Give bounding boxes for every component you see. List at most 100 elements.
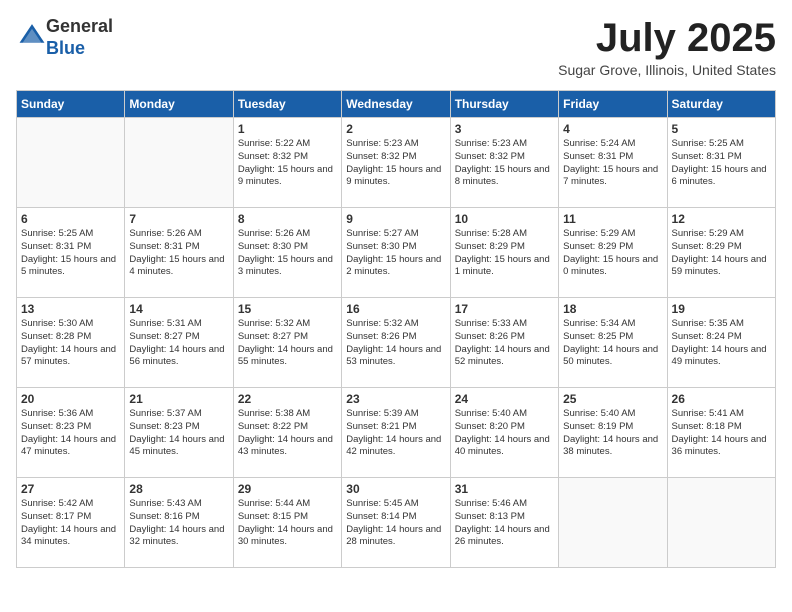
- day-info: Sunrise: 5:40 AMSunset: 8:19 PMDaylight:…: [563, 408, 662, 459]
- day-number: 24: [455, 392, 554, 406]
- title-block: July 2025 Sugar Grove, Illinois, United …: [558, 16, 776, 78]
- day-info: Sunrise: 5:46 AMSunset: 8:13 PMDaylight:…: [455, 498, 554, 549]
- page-header: General Blue July 2025 Sugar Grove, Illi…: [16, 16, 776, 78]
- day-info: Sunrise: 5:45 AMSunset: 8:14 PMDaylight:…: [346, 498, 445, 549]
- day-info: Sunrise: 5:25 AMSunset: 8:31 PMDaylight:…: [21, 228, 120, 279]
- day-info: Sunrise: 5:32 AMSunset: 8:26 PMDaylight:…: [346, 318, 445, 369]
- calendar-week-row: 6 Sunrise: 5:25 AMSunset: 8:31 PMDaylight…: [17, 208, 776, 298]
- day-number: 17: [455, 302, 554, 316]
- calendar-day-cell: [125, 118, 233, 208]
- day-number: 27: [21, 482, 120, 496]
- logo-icon: [18, 21, 46, 49]
- day-number: 5: [672, 122, 771, 136]
- day-info: Sunrise: 5:29 AMSunset: 8:29 PMDaylight:…: [563, 228, 662, 279]
- weekday-header-cell: Thursday: [450, 91, 558, 118]
- day-info: Sunrise: 5:44 AMSunset: 8:15 PMDaylight:…: [238, 498, 337, 549]
- day-number: 22: [238, 392, 337, 406]
- weekday-header-cell: Friday: [559, 91, 667, 118]
- month-title: July 2025: [558, 16, 776, 60]
- calendar-day-cell: [17, 118, 125, 208]
- calendar-body: 1 Sunrise: 5:22 AMSunset: 8:32 PMDaylight…: [17, 118, 776, 568]
- calendar-table: SundayMondayTuesdayWednesdayThursdayFrid…: [16, 90, 776, 568]
- calendar-day-cell: 16Sunrise: 5:32 AMSunset: 8:26 PMDayligh…: [342, 298, 450, 388]
- calendar-day-cell: 14Sunrise: 5:31 AMSunset: 8:27 PMDayligh…: [125, 298, 233, 388]
- day-info: Sunrise: 5:41 AMSunset: 8:18 PMDaylight:…: [672, 408, 771, 459]
- calendar-day-cell: [667, 478, 775, 568]
- day-info: Sunrise: 5:39 AMSunset: 8:21 PMDaylight:…: [346, 408, 445, 459]
- day-number: 21: [129, 392, 228, 406]
- day-number: 29: [238, 482, 337, 496]
- calendar-day-cell: 25 Sunrise: 5:40 AMSunset: 8:19 PMDayligh…: [559, 388, 667, 478]
- day-info: Sunrise: 5:22 AMSunset: 8:32 PMDaylight:…: [238, 138, 337, 189]
- day-number: 2: [346, 122, 445, 136]
- day-info: Sunrise: 5:23 AMSunset: 8:32 PMDaylight:…: [455, 138, 554, 189]
- calendar-day-cell: 30Sunrise: 5:45 AMSunset: 8:14 PMDayligh…: [342, 478, 450, 568]
- calendar-week-row: 27Sunrise: 5:42 AMSunset: 8:17 PMDayligh…: [17, 478, 776, 568]
- calendar-day-cell: 6 Sunrise: 5:25 AMSunset: 8:31 PMDaylight…: [17, 208, 125, 298]
- day-number: 15: [238, 302, 337, 316]
- day-info: Sunrise: 5:25 AMSunset: 8:31 PMDaylight:…: [672, 138, 771, 189]
- day-number: 1: [238, 122, 337, 136]
- calendar-day-cell: 29 Sunrise: 5:44 AMSunset: 8:15 PMDayligh…: [233, 478, 341, 568]
- day-number: 13: [21, 302, 120, 316]
- day-number: 12: [672, 212, 771, 226]
- calendar-day-cell: 12 Sunrise: 5:29 AMSunset: 8:29 PMDayligh…: [667, 208, 775, 298]
- day-info: Sunrise: 5:30 AMSunset: 8:28 PMDaylight:…: [21, 318, 120, 369]
- calendar-day-cell: 7 Sunrise: 5:26 AMSunset: 8:31 PMDaylight…: [125, 208, 233, 298]
- calendar-day-cell: 27Sunrise: 5:42 AMSunset: 8:17 PMDayligh…: [17, 478, 125, 568]
- calendar-week-row: 13 Sunrise: 5:30 AMSunset: 8:28 PMDayligh…: [17, 298, 776, 388]
- day-info: Sunrise: 5:37 AMSunset: 8:23 PMDaylight:…: [129, 408, 228, 459]
- day-number: 4: [563, 122, 662, 136]
- day-info: Sunrise: 5:32 AMSunset: 8:27 PMDaylight:…: [238, 318, 337, 369]
- day-info: Sunrise: 5:38 AMSunset: 8:22 PMDaylight:…: [238, 408, 337, 459]
- day-number: 11: [563, 212, 662, 226]
- day-number: 20: [21, 392, 120, 406]
- calendar-day-cell: 24 Sunrise: 5:40 AMSunset: 8:20 PMDayligh…: [450, 388, 558, 478]
- day-number: 10: [455, 212, 554, 226]
- day-info: Sunrise: 5:26 AMSunset: 8:31 PMDaylight:…: [129, 228, 228, 279]
- calendar-week-row: 1 Sunrise: 5:22 AMSunset: 8:32 PMDaylight…: [17, 118, 776, 208]
- day-number: 28: [129, 482, 228, 496]
- day-info: Sunrise: 5:40 AMSunset: 8:20 PMDaylight:…: [455, 408, 554, 459]
- day-info: Sunrise: 5:24 AMSunset: 8:31 PMDaylight:…: [563, 138, 662, 189]
- calendar-day-cell: 18Sunrise: 5:34 AMSunset: 8:25 PMDayligh…: [559, 298, 667, 388]
- day-number: 9: [346, 212, 445, 226]
- day-info: Sunrise: 5:28 AMSunset: 8:29 PMDaylight:…: [455, 228, 554, 279]
- day-number: 31: [455, 482, 554, 496]
- calendar-header: SundayMondayTuesdayWednesdayThursdayFrid…: [17, 91, 776, 118]
- weekday-header-cell: Wednesday: [342, 91, 450, 118]
- location: Sugar Grove, Illinois, United States: [558, 62, 776, 78]
- day-number: 26: [672, 392, 771, 406]
- calendar-week-row: 20 Sunrise: 5:36 AMSunset: 8:23 PMDayligh…: [17, 388, 776, 478]
- day-info: Sunrise: 5:23 AMSunset: 8:32 PMDaylight:…: [346, 138, 445, 189]
- calendar-day-cell: 2 Sunrise: 5:23 AMSunset: 8:32 PMDaylight…: [342, 118, 450, 208]
- day-number: 8: [238, 212, 337, 226]
- calendar-day-cell: 1 Sunrise: 5:22 AMSunset: 8:32 PMDaylight…: [233, 118, 341, 208]
- calendar-day-cell: 10 Sunrise: 5:28 AMSunset: 8:29 PMDayligh…: [450, 208, 558, 298]
- calendar-day-cell: 13 Sunrise: 5:30 AMSunset: 8:28 PMDayligh…: [17, 298, 125, 388]
- calendar-day-cell: [559, 478, 667, 568]
- weekday-header-cell: Saturday: [667, 91, 775, 118]
- logo-text: General Blue: [46, 16, 113, 59]
- day-number: 6: [21, 212, 120, 226]
- day-number: 25: [563, 392, 662, 406]
- day-number: 19: [672, 302, 771, 316]
- day-info: Sunrise: 5:29 AMSunset: 8:29 PMDaylight:…: [672, 228, 771, 279]
- calendar-day-cell: 23Sunrise: 5:39 AMSunset: 8:21 PMDayligh…: [342, 388, 450, 478]
- day-info: Sunrise: 5:26 AMSunset: 8:30 PMDaylight:…: [238, 228, 337, 279]
- weekday-header-cell: Sunday: [17, 91, 125, 118]
- calendar-day-cell: 20 Sunrise: 5:36 AMSunset: 8:23 PMDayligh…: [17, 388, 125, 478]
- calendar-day-cell: 31 Sunrise: 5:46 AMSunset: 8:13 PMDayligh…: [450, 478, 558, 568]
- day-info: Sunrise: 5:36 AMSunset: 8:23 PMDaylight:…: [21, 408, 120, 459]
- logo: General Blue: [16, 16, 113, 59]
- calendar-day-cell: 21 Sunrise: 5:37 AMSunset: 8:23 PMDayligh…: [125, 388, 233, 478]
- day-number: 14: [129, 302, 228, 316]
- day-number: 7: [129, 212, 228, 226]
- calendar-day-cell: 17Sunrise: 5:33 AMSunset: 8:26 PMDayligh…: [450, 298, 558, 388]
- calendar-day-cell: 4 Sunrise: 5:24 AMSunset: 8:31 PMDaylight…: [559, 118, 667, 208]
- calendar-day-cell: 19Sunrise: 5:35 AMSunset: 8:24 PMDayligh…: [667, 298, 775, 388]
- weekday-header-cell: Monday: [125, 91, 233, 118]
- calendar-day-cell: 3Sunrise: 5:23 AMSunset: 8:32 PMDaylight…: [450, 118, 558, 208]
- calendar-day-cell: 22 Sunrise: 5:38 AMSunset: 8:22 PMDayligh…: [233, 388, 341, 478]
- day-info: Sunrise: 5:43 AMSunset: 8:16 PMDaylight:…: [129, 498, 228, 549]
